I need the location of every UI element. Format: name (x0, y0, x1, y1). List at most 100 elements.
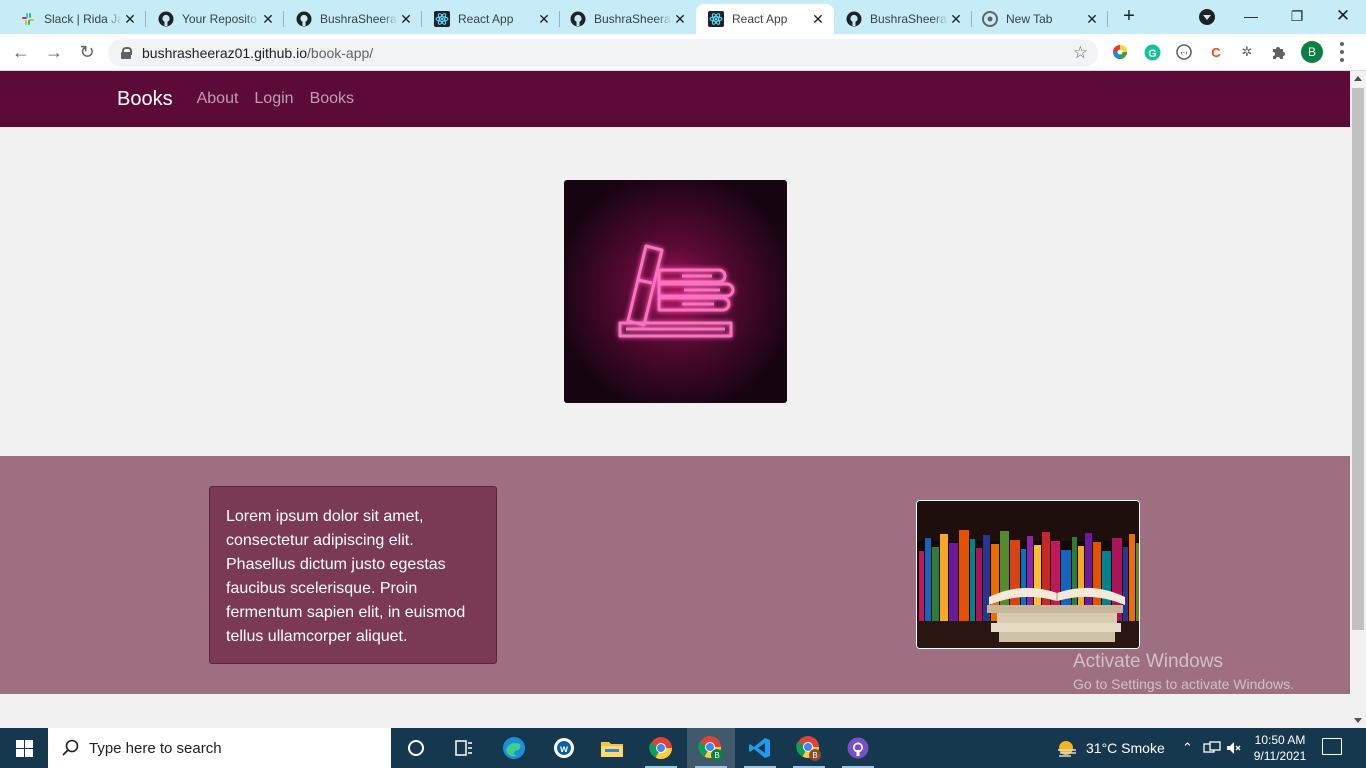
taskbar-clock[interactable]: 10:50 AM 9/11/2021 (1244, 732, 1316, 764)
close-icon[interactable]: ✕ (398, 11, 414, 27)
grammarly-extension-icon[interactable]: G (1143, 43, 1161, 61)
svg-text:B: B (714, 751, 719, 760)
tab-search-icon[interactable] (1199, 9, 1215, 25)
restore-button[interactable]: ❐ (1274, 0, 1320, 32)
close-icon[interactable]: ✕ (1084, 11, 1100, 27)
scroll-down-icon[interactable] (1354, 718, 1362, 723)
nav-link-books[interactable]: Books (310, 90, 354, 108)
network-icon[interactable] (1203, 728, 1221, 768)
chrome-icon (982, 11, 998, 27)
url-text[interactable]: bushrasheeraz01.github.io/book-app/ (142, 45, 373, 61)
activate-windows-watermark: Activate Windows Go to Settings to activ… (1073, 651, 1294, 692)
reload-button[interactable]: ↻ (76, 41, 98, 63)
description-card: Lorem ipsum dolor sit amet, consectetur … (209, 486, 497, 664)
close-icon[interactable]: ✕ (260, 11, 276, 27)
cortana-icon[interactable] (392, 728, 440, 768)
start-button[interactable] (0, 728, 48, 768)
chrome-menu-icon[interactable] (1340, 42, 1344, 62)
github-icon (570, 11, 586, 27)
volume-icon[interactable] (1226, 728, 1242, 768)
tab-title: BushraSheera (320, 12, 397, 26)
windows-taskbar: Type here to search w B B 31°C Smoke ⌃ 1… (0, 728, 1366, 768)
watermark-title: Activate Windows (1073, 651, 1223, 672)
slack-icon (20, 11, 36, 27)
browser-tab[interactable]: New Tab ✕ (970, 4, 1108, 34)
svg-text:w: w (559, 744, 568, 755)
taskbar-search-input[interactable]: Type here to search (48, 728, 391, 768)
browser-tab[interactable]: Your Reposito ✕ (146, 4, 284, 34)
bookmark-star-icon[interactable]: ☆ (1073, 43, 1088, 63)
forward-button[interactable]: → (43, 41, 65, 63)
tab-title: React App (458, 12, 514, 26)
window-close-button[interactable]: ✕ (1320, 0, 1366, 32)
minimize-button[interactable]: — (1228, 0, 1274, 32)
page-scrollbar[interactable] (1350, 71, 1366, 728)
vscode-icon[interactable] (736, 728, 784, 768)
chrome-profile-icon[interactable]: B (785, 728, 833, 768)
svg-text:‹·›: ‹·› (1181, 50, 1189, 57)
back-button[interactable]: ← (10, 41, 32, 63)
tab-title: Your Reposito (182, 12, 257, 26)
code-extension-icon[interactable]: ‹·› (1175, 43, 1193, 61)
watermark-subtitle: Go to Settings to activate Windows. (1073, 676, 1294, 692)
browser-tab-strip: Slack | Rida Ja ✕ Your Reposito ✕ Bushra… (0, 0, 1366, 34)
close-icon[interactable]: ✕ (672, 11, 688, 27)
weather-smoke-icon (1058, 741, 1076, 757)
tab-title: BushraSheera (594, 12, 671, 26)
windows-logo-icon (15, 739, 33, 757)
file-explorer-icon[interactable] (588, 728, 636, 768)
notification-center-icon[interactable] (1322, 738, 1342, 755)
browser-tab[interactable]: React App ✕ (422, 4, 560, 34)
scrollbar-thumb[interactable] (1352, 88, 1364, 630)
clock-date: 9/11/2021 (1253, 749, 1307, 763)
github-icon (158, 11, 174, 27)
weather-text: 31°C Smoke (1086, 740, 1165, 756)
search-placeholder: Type here to search (89, 739, 222, 757)
new-tab-button[interactable]: + (1119, 6, 1139, 27)
weather-widget[interactable]: 31°C Smoke (1056, 728, 1165, 768)
browser-tab-active[interactable]: React App ✕ (696, 4, 834, 34)
close-icon[interactable]: ✕ (536, 11, 552, 27)
navbar-brand[interactable]: Books (117, 88, 173, 111)
browser-tab[interactable]: BushraSheera ✕ (834, 4, 972, 34)
color-picker-extension-icon[interactable] (1111, 43, 1129, 61)
svg-text:B: B (812, 751, 817, 760)
github-desktop-icon[interactable] (834, 728, 882, 768)
svg-text:G: G (1148, 47, 1156, 59)
css-extension-icon[interactable]: C (1207, 43, 1225, 61)
bug-extension-icon[interactable]: ✲ (1238, 43, 1256, 61)
scroll-up-icon[interactable] (1354, 76, 1362, 81)
react-icon (434, 11, 450, 27)
tab-title: React App (732, 12, 788, 26)
edge-icon[interactable] (490, 728, 538, 768)
task-view-icon[interactable] (440, 728, 488, 768)
browser-tab[interactable]: BushraSheera ✕ (558, 4, 696, 34)
show-hidden-icons-icon[interactable]: ⌃ (1182, 728, 1193, 768)
bookshelf-image (916, 500, 1140, 649)
tab-title: Slack | Rida Ja (44, 12, 122, 26)
address-bar[interactable]: bushrasheeraz01.github.io/book-app/ ☆ (108, 39, 1098, 67)
nav-link-about[interactable]: About (197, 90, 239, 108)
chrome-profile-b-icon[interactable]: B (687, 728, 735, 768)
tab-title: BushraSheera (870, 12, 947, 26)
card-text: Lorem ipsum dolor sit amet, consectetur … (226, 508, 466, 645)
close-icon[interactable]: ✕ (810, 11, 826, 27)
browser-tab[interactable]: BushraSheera ✕ (284, 4, 422, 34)
tab-title: New Tab (1006, 12, 1053, 26)
search-icon (62, 739, 79, 756)
clock-time: 10:50 AM (1254, 733, 1306, 747)
close-icon[interactable]: ✕ (948, 11, 964, 27)
extensions-puzzle-icon[interactable] (1270, 43, 1288, 61)
browser-toolbar: ← → ↻ bushrasheeraz01.github.io/book-app… (0, 34, 1366, 71)
nav-link-login[interactable]: Login (254, 90, 293, 108)
site-navbar: Books About Login Books (0, 71, 1350, 127)
close-icon[interactable]: ✕ (122, 11, 138, 27)
browser-tab[interactable]: Slack | Rida Ja ✕ (8, 4, 146, 34)
page-viewport: Books About Login Books Lorem ipsum dolo… (0, 71, 1350, 728)
chrome-taskbar-icon[interactable] (637, 728, 685, 768)
react-icon (708, 11, 724, 27)
neon-books-image (564, 180, 787, 403)
store-icon[interactable]: w (540, 728, 588, 768)
profile-avatar[interactable]: B (1301, 41, 1323, 63)
lock-icon[interactable] (121, 47, 132, 59)
